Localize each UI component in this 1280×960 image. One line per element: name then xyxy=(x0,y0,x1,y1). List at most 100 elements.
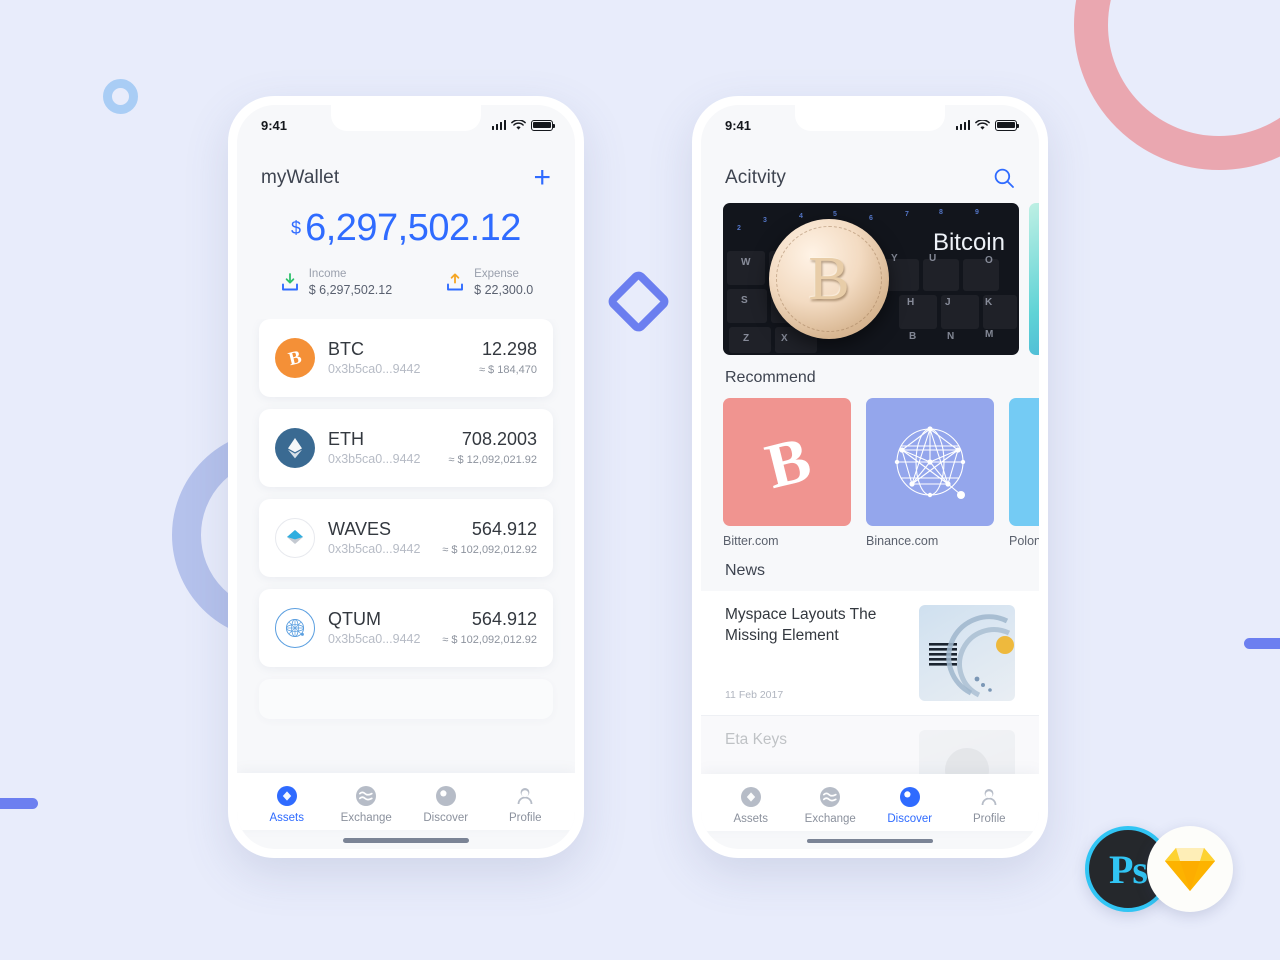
asset-row-eth[interactable]: ETH 0x3b5ca0...9442 708.2003 ≈ $ 12,092,… xyxy=(259,409,553,488)
wifi-icon xyxy=(975,119,990,130)
asset-fiat-value: ≈ $ 102,092,012.92 xyxy=(442,543,537,556)
person-icon xyxy=(517,788,533,804)
bottom-tab-bar: Assets Exchange Discover Profile xyxy=(701,774,1039,832)
asset-symbol: WAVES xyxy=(328,519,392,540)
search-icon[interactable] xyxy=(993,167,1015,189)
battery-icon xyxy=(531,119,556,131)
asset-list[interactable]: B BTC 0x3b5ca0...9442 12.298 ≈ $ 184,470 xyxy=(237,319,575,773)
news-list[interactable]: Myspace Layouts The Missing Element 11 F… xyxy=(701,591,1039,775)
tab-label: Exchange xyxy=(340,812,392,824)
left-edge-bar-decoration xyxy=(0,798,38,809)
recommend-label: Bitter.com xyxy=(723,534,779,548)
asset-fiat-value: ≈ $ 12,092,021.92 xyxy=(448,453,537,466)
bitcoin-coin-photo: B xyxy=(769,219,889,339)
status-bar: 9:41 xyxy=(237,105,575,145)
svg-text:B: B xyxy=(286,347,304,370)
status-time: 9:41 xyxy=(725,117,752,133)
tab-label: Assets xyxy=(733,813,768,826)
network-globe-icon xyxy=(866,398,994,526)
status-time: 9:41 xyxy=(261,117,288,133)
tab-discover[interactable]: Discover xyxy=(406,785,486,824)
waves-icon xyxy=(275,518,315,559)
photoshop-label: Ps xyxy=(1109,846,1148,892)
asset-info: QTUM 0x3b5ca0...9442 xyxy=(328,609,442,647)
page-title: myWallet xyxy=(261,167,340,188)
news-title: Myspace Layouts The Missing Element xyxy=(725,606,877,644)
waves-icon xyxy=(820,787,841,808)
asset-info: WAVES 0x3b5ca0...9442 xyxy=(328,519,442,557)
tab-profile[interactable]: Profile xyxy=(950,786,1030,825)
income-value: $ 6,297,502.12 xyxy=(308,283,393,298)
recommend-label: Binance.com xyxy=(866,534,939,548)
income-text: Income $ 6,297,502.12 xyxy=(309,267,392,299)
asset-symbol: BTC xyxy=(328,339,364,360)
asset-amount: 564.912 xyxy=(471,519,537,540)
news-section-title: News xyxy=(725,562,766,579)
balance-amount: 6,297,502.12 xyxy=(305,207,521,249)
asset-amount: 708.2003 xyxy=(461,429,537,450)
news-date: 11 Feb 2017 xyxy=(725,689,784,701)
asset-values: 564.912 ≈ $ 102,092,012.92 xyxy=(442,519,537,557)
recommend-card-poloniex[interactable]: Polonie xyxy=(1009,398,1039,548)
tab-exchange[interactable]: Exchange xyxy=(791,786,871,825)
add-wallet-button[interactable]: + xyxy=(533,163,551,193)
blue-diamond-decoration xyxy=(605,268,672,335)
waves-icon xyxy=(356,786,377,806)
tab-label: Exchange xyxy=(804,813,856,826)
asset-fiat-value: ≈ $ 184,470 xyxy=(478,363,537,376)
banner-caption: Bitcoin xyxy=(932,229,1005,256)
banner-carousel[interactable]: 2 3 4 5 6 7 8 9 W E Y U O H J K S xyxy=(701,203,1039,355)
asset-amount: 12.298 xyxy=(481,339,537,360)
recommend-card-binance[interactable]: Binance.com xyxy=(866,398,994,548)
asset-address: 0x3b5ca0...9442 xyxy=(328,632,421,646)
recommend-card-bitter[interactable]: B Bitter.com xyxy=(723,398,851,548)
tab-assets[interactable]: Assets xyxy=(247,785,327,824)
bitcoin-icon: B xyxy=(275,338,315,379)
expense-item[interactable]: Expense $ 22,300.0 xyxy=(444,267,533,299)
sketch-badge-icon xyxy=(1147,826,1233,912)
asset-symbol: QTUM xyxy=(328,609,381,630)
expense-label: Expense xyxy=(474,267,519,280)
asset-values: 708.2003 ≈ $ 12,092,021.92 xyxy=(448,429,537,467)
balance-block: $ 6,297,502.12 Income $ 6,297,502.12 Exp… xyxy=(237,203,575,319)
asset-values: 12.298 ≈ $ 184,470 xyxy=(479,339,537,377)
home-indicator xyxy=(343,838,469,843)
balance-row: $ 6,297,502.12 xyxy=(237,207,575,249)
tab-profile[interactable]: Profile xyxy=(486,785,566,824)
asset-values: 564.912 ≈ $ 102,092,012.92 xyxy=(442,609,537,647)
tab-discover[interactable]: Discover xyxy=(870,786,950,825)
tab-label: Discover xyxy=(423,812,469,824)
banner-bitcoin[interactable]: 2 3 4 5 6 7 8 9 W E Y U O H J K S xyxy=(723,203,1019,355)
asset-amount: 564.912 xyxy=(471,609,537,630)
recommend-list[interactable]: B Bitter.com Binance.com Polon xyxy=(701,398,1039,548)
wallet-screen: 9:41 myWallet + $ 6,297,502.12 Income $ … xyxy=(237,105,575,849)
activity-screen: 9:41 Acitvity 2 3 4 5 6 7 8 9 W Y U O H … xyxy=(701,105,1039,849)
status-bar: 9:41 xyxy=(701,105,1039,145)
recommend-label: Polonie xyxy=(1009,534,1039,548)
expense-text: Expense $ 22,300.0 xyxy=(474,267,533,299)
small-blue-donut-decoration xyxy=(103,79,138,114)
asset-row-qtum[interactable]: QTUM 0x3b5ca0...9442 564.912 ≈ $ 102,092… xyxy=(259,589,553,668)
person-icon xyxy=(981,789,997,806)
signal-icon xyxy=(491,120,506,130)
bitcoin-icon: B xyxy=(723,398,851,526)
news-item-2[interactable]: Eta Keys xyxy=(701,716,1039,775)
tab-assets[interactable]: Assets xyxy=(711,786,791,825)
news-title: Eta Keys xyxy=(725,731,788,748)
asset-row-waves[interactable]: WAVES 0x3b5ca0...9442 564.912 ≈ $ 102,09… xyxy=(259,499,553,578)
phone-frame-activity: 9:41 Acitvity 2 3 4 5 6 7 8 9 W Y U O H … xyxy=(692,96,1048,858)
asset-row-partial[interactable] xyxy=(259,679,553,720)
news-item-1[interactable]: Myspace Layouts The Missing Element 11 F… xyxy=(701,591,1039,716)
asset-address: 0x3b5ca0...9442 xyxy=(328,362,421,376)
ethereum-icon xyxy=(275,428,315,469)
income-item[interactable]: Income $ 6,297,502.12 xyxy=(279,267,392,299)
battery-icon xyxy=(995,119,1020,131)
compass-icon xyxy=(899,787,920,808)
signal-icon xyxy=(955,120,970,130)
banner-teal[interactable] xyxy=(1029,203,1039,355)
tab-exchange[interactable]: Exchange xyxy=(327,785,407,824)
news-text: Eta Keys xyxy=(725,730,919,774)
income-arrow-icon xyxy=(281,273,298,291)
status-icons xyxy=(491,119,556,131)
asset-row-btc[interactable]: B BTC 0x3b5ca0...9442 12.298 ≈ $ 184,470 xyxy=(259,319,553,398)
